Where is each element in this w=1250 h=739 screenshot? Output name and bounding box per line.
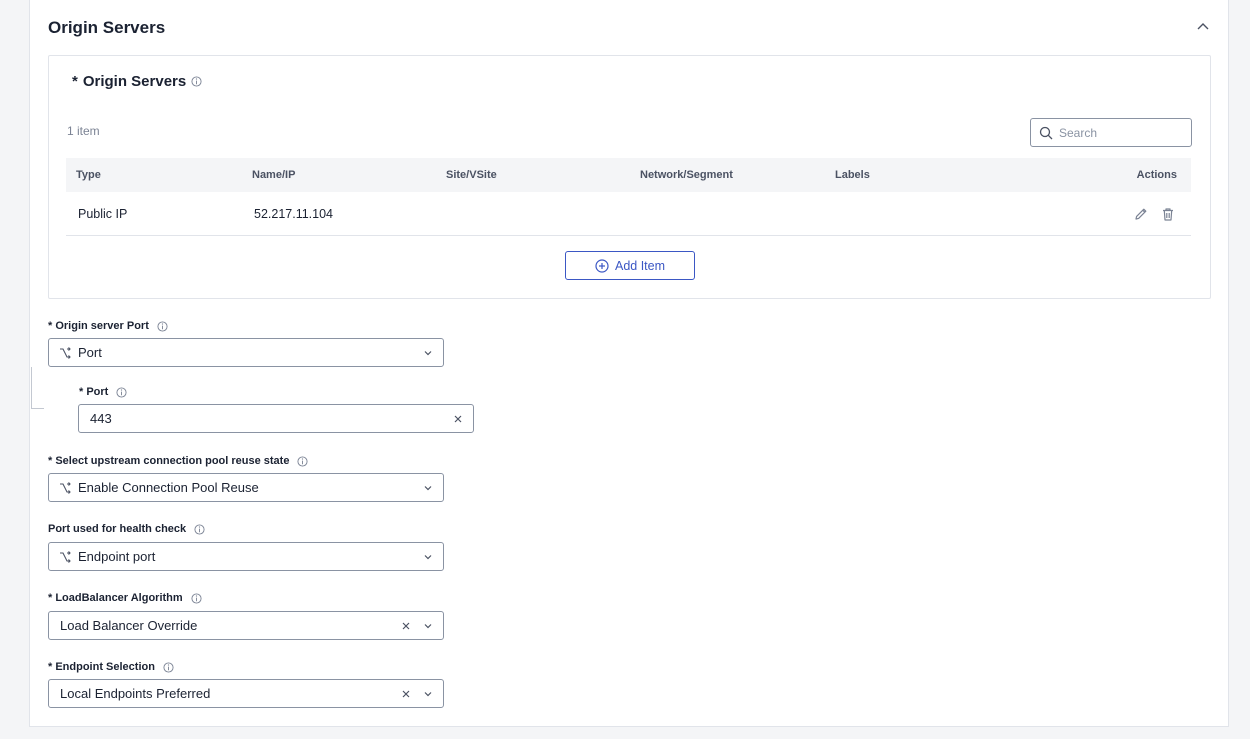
origin-servers-title: Origin Servers bbox=[82, 73, 187, 90]
col-actions: Actions bbox=[1136, 169, 1177, 181]
chevron-down-icon bbox=[424, 623, 432, 628]
chevron-down-icon bbox=[424, 554, 432, 559]
lb-algo-select[interactable]: Load Balancer Override bbox=[48, 611, 444, 640]
branch-icon bbox=[60, 550, 71, 563]
search-box[interactable] bbox=[1030, 118, 1192, 147]
trash-icon[interactable] bbox=[1160, 206, 1176, 222]
origin-port-label: * Origin server Port bbox=[48, 320, 168, 332]
origin-servers-table-card: * Origin Servers 1 item Type Name/IP Sit… bbox=[48, 55, 1211, 299]
port-label: * Port bbox=[79, 386, 127, 398]
info-icon[interactable] bbox=[116, 386, 127, 398]
col-labels[interactable]: Labels bbox=[835, 169, 870, 181]
lb-algo-label: * LoadBalancer Algorithm bbox=[48, 592, 202, 604]
search-input[interactable] bbox=[1059, 125, 1179, 140]
info-icon[interactable] bbox=[194, 523, 205, 535]
branch-icon bbox=[60, 481, 71, 494]
endpoint-sel-select[interactable]: Local Endpoints Preferred bbox=[48, 679, 444, 708]
pool-reuse-label: * Select upstream connection pool reuse … bbox=[48, 455, 309, 467]
plus-circle-icon bbox=[595, 258, 609, 273]
origin-port-value: Port bbox=[78, 345, 102, 360]
endpoint-sel-label: * Endpoint Selection bbox=[48, 661, 174, 673]
search-icon bbox=[1039, 126, 1053, 139]
info-icon[interactable] bbox=[163, 661, 174, 673]
cell-type: Public IP bbox=[78, 207, 128, 221]
info-icon[interactable] bbox=[191, 592, 202, 604]
table-row: Public IP 52.217.11.104 bbox=[66, 192, 1191, 236]
branch-icon bbox=[60, 346, 71, 359]
info-icon[interactable] bbox=[157, 320, 168, 332]
cell-name-ip: 52.217.11.104 bbox=[254, 207, 334, 221]
chevron-up-icon[interactable] bbox=[1196, 20, 1210, 34]
port-input[interactable] bbox=[79, 411, 453, 426]
table-header: Type Name/IP Site/VSite Network/Segment … bbox=[66, 158, 1191, 192]
add-item-button[interactable]: Add Item bbox=[565, 251, 695, 280]
col-type[interactable]: Type bbox=[76, 169, 101, 181]
pool-reuse-value: Enable Connection Pool Reuse bbox=[78, 480, 259, 495]
clear-icon[interactable] bbox=[453, 414, 463, 424]
edit-icon[interactable] bbox=[1133, 206, 1149, 222]
health-port-label: Port used for health check bbox=[48, 523, 205, 535]
origin-servers-heading: * Origin Servers bbox=[72, 73, 202, 90]
port-field[interactable] bbox=[78, 404, 474, 433]
chevron-down-icon bbox=[424, 350, 432, 355]
health-port-select[interactable]: Endpoint port bbox=[48, 542, 444, 571]
required-mark: * bbox=[72, 73, 78, 90]
info-icon[interactable] bbox=[191, 76, 202, 87]
clear-icon[interactable] bbox=[401, 689, 411, 699]
pool-reuse-select[interactable]: Enable Connection Pool Reuse bbox=[48, 473, 444, 502]
endpoint-sel-value: Local Endpoints Preferred bbox=[60, 686, 211, 701]
item-count: 1 item bbox=[67, 124, 100, 138]
nested-connector bbox=[31, 367, 44, 409]
col-name-ip[interactable]: Name/IP bbox=[252, 169, 295, 181]
origin-port-select[interactable]: Port bbox=[48, 338, 444, 367]
col-network[interactable]: Network/Segment bbox=[640, 169, 733, 181]
section-title: Origin Servers bbox=[48, 18, 166, 37]
chevron-down-icon bbox=[424, 691, 432, 696]
info-icon[interactable] bbox=[297, 455, 309, 467]
clear-icon[interactable] bbox=[401, 621, 411, 631]
add-item-label: Add Item bbox=[614, 258, 666, 273]
health-port-value: Endpoint port bbox=[78, 549, 156, 564]
col-site[interactable]: Site/VSite bbox=[446, 169, 497, 181]
lb-algo-value: Load Balancer Override bbox=[60, 618, 198, 633]
chevron-down-icon bbox=[424, 485, 432, 490]
